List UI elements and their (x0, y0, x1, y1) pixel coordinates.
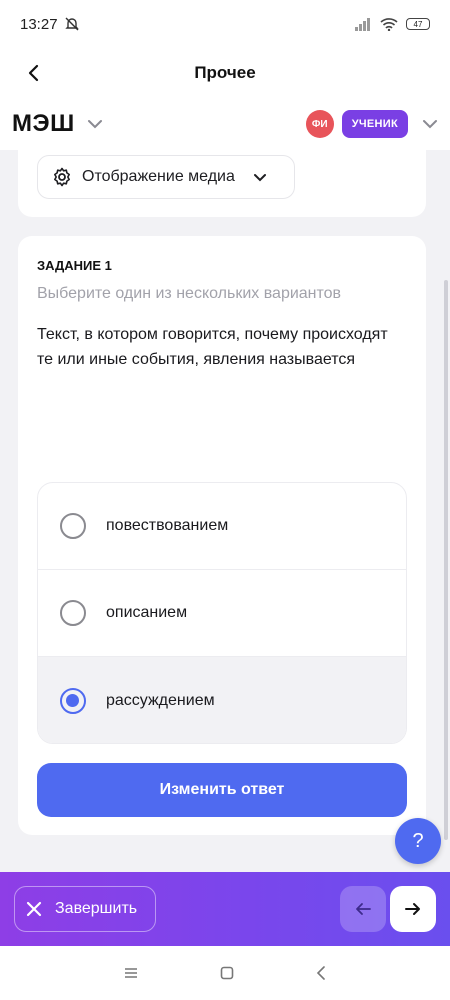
page-title: Прочее (194, 63, 256, 82)
chevron-down-icon[interactable] (422, 119, 438, 129)
answer-option-label: повествованием (106, 517, 229, 534)
answer-option-label: рассуждением (106, 691, 215, 709)
back-button[interactable] (18, 58, 48, 88)
media-settings-card: Отображение медиа (18, 150, 426, 217)
status-time: 13:27 (20, 15, 58, 33)
battery-icon: 47 (406, 18, 430, 30)
menu-icon[interactable] (124, 967, 138, 979)
app-header: МЭШ ФИ УЧЕНИК (0, 98, 450, 150)
arrow-left-icon (354, 902, 372, 916)
answer-option[interactable]: рассуждением (38, 657, 406, 743)
top-bar: Прочее (0, 48, 450, 98)
answer-options: повествованием описанием рассуждением (37, 482, 407, 744)
chevron-down-icon[interactable] (87, 119, 103, 129)
bottom-action-bar: Завершить (0, 872, 450, 946)
answer-option-label: описанием (106, 604, 188, 621)
help-button[interactable]: ? (395, 818, 441, 864)
chevron-down-icon (253, 173, 267, 182)
task-number: ЗАДАНИЕ 1 (37, 258, 112, 273)
mesh-logo[interactable]: МЭШ (12, 110, 75, 138)
gear-icon (52, 167, 72, 187)
previous-task-button[interactable] (340, 886, 386, 932)
radio-button[interactable] (60, 513, 86, 539)
finish-label: Завершить (55, 900, 138, 917)
status-bar: 13:27 47 (0, 0, 450, 48)
task-question: Текст, в котором говорится, почему проис… (37, 326, 388, 368)
task-hint: Выберите один из нескольких вариантов (37, 285, 342, 302)
radio-button-selected[interactable] (60, 687, 86, 714)
radio-button[interactable] (60, 600, 86, 626)
task-card: ЗАДАНИЕ 1 Выберите один из нескольких ва… (18, 236, 426, 835)
next-task-button[interactable] (390, 886, 436, 932)
finish-button[interactable]: Завершить (14, 886, 156, 932)
media-display-dropdown[interactable]: Отображение медиа (37, 155, 295, 199)
home-icon[interactable] (220, 966, 234, 980)
signal-icon (354, 17, 372, 31)
system-nav-bar (0, 946, 450, 1000)
scrollbar[interactable] (444, 280, 448, 840)
answer-option[interactable]: описанием (38, 570, 406, 657)
status-icons: 47 (354, 17, 430, 31)
change-answer-button[interactable]: Изменить ответ (37, 763, 407, 817)
avatar[interactable]: ФИ (305, 110, 334, 138)
media-display-label: Отображение медиа (82, 168, 235, 185)
close-icon (25, 900, 43, 918)
arrow-right-icon (404, 902, 422, 916)
answer-option[interactable]: повествованием (38, 483, 406, 570)
back-icon[interactable] (316, 966, 326, 980)
wifi-icon (380, 17, 398, 31)
muted-bell-icon (64, 16, 80, 32)
role-badge[interactable]: УЧЕНИК (341, 110, 408, 138)
back-arrow-icon (26, 64, 40, 82)
